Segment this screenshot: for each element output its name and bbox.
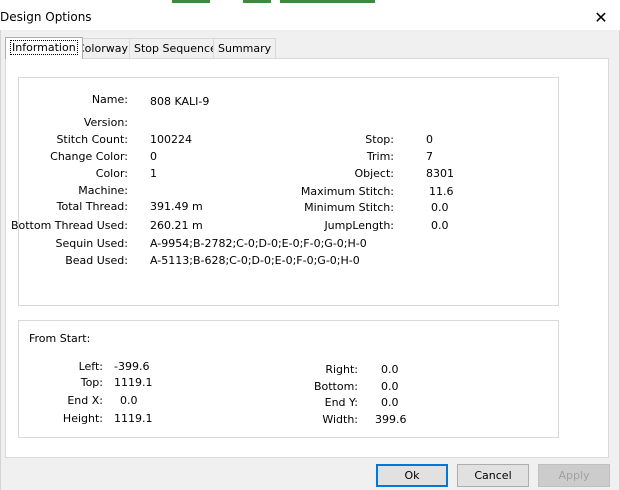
bottom-label: Bottom: [313, 380, 358, 393]
min-stitch-label: Minimum Stitch: [304, 201, 394, 214]
change-color-label: Change Color: [50, 150, 128, 163]
from-start-heading: From Start: [29, 332, 91, 345]
bottom-thread-label: Bottom Thread Used: [10, 219, 128, 232]
tab-information[interactable]: Information [5, 37, 83, 59]
end-x-label: End X: [67, 394, 103, 407]
background-app-fragment [243, 0, 271, 3]
change-color-value: 0 [150, 150, 157, 163]
trim-label: Trim: [366, 150, 394, 163]
ok-button[interactable]: Ok [376, 464, 448, 487]
background-app-fragment [280, 0, 375, 3]
width-value: 399.6 [375, 413, 407, 426]
tab-colorway-label: Colorway [77, 42, 128, 55]
tab-information-label: Information [10, 40, 78, 55]
color-label: Color: [95, 167, 128, 180]
left-label: Left: [78, 360, 103, 373]
name-label: Name: [91, 93, 128, 106]
bead-label: Bead Used: [65, 254, 128, 267]
close-icon[interactable]: ✕ [590, 7, 612, 29]
left-value: -399.6 [114, 360, 150, 373]
sequin-label: Sequin Used: [55, 237, 128, 250]
background-app-fragment [172, 0, 210, 3]
apply-button[interactable]: Apply [538, 464, 610, 487]
stop-value: 0 [426, 133, 433, 146]
stitch-count-label: Stitch Count: [56, 133, 128, 146]
total-thread-label: Total Thread: [56, 200, 128, 213]
name-value: 808 KALI-9 [150, 95, 210, 108]
height-label: Height: [62, 412, 103, 425]
bottom-thread-value: 260.21 m [150, 219, 203, 232]
width-label: Width: [322, 413, 358, 426]
top-value: 1119.1 [114, 376, 153, 389]
top-label: Top: [80, 376, 103, 389]
sequin-value: A-9954;B-2782;C-0;D-0;E-0;F-0;G-0;H-0 [150, 237, 367, 250]
min-stitch-value: 0.0 [431, 201, 449, 214]
bead-value: A-5113;B-628;C-0;D-0;E-0;F-0;G-0;H-0 [150, 254, 360, 267]
tab-summary[interactable]: Summary [213, 38, 277, 58]
machine-label: Machine: [78, 184, 128, 197]
tab-panel-information: Name: 808 KALI-9 Version: Stitch Count: … [5, 58, 609, 458]
end-x-value: 0.0 [120, 394, 138, 407]
total-thread-value: 391.49 m [150, 200, 203, 213]
trim-value: 7 [426, 150, 433, 163]
max-stitch-label: Maximum Stitch: [300, 185, 394, 198]
stop-label: Stop: [365, 133, 394, 146]
right-value: 0.0 [381, 363, 399, 376]
cancel-button[interactable]: Cancel [457, 464, 529, 487]
tab-stop-sequence-label: Stop Sequence [134, 42, 217, 55]
end-y-label: End Y: [324, 396, 358, 409]
window-title: Design Options [0, 10, 92, 24]
info-group: Name: 808 KALI-9 Version: Stitch Count: … [11, 77, 559, 306]
right-label: Right: [325, 363, 358, 376]
bottom-value: 0.0 [381, 380, 399, 393]
end-y-value: 0.0 [381, 396, 399, 409]
stitch-count-value: 100224 [150, 133, 192, 146]
from-start-group: From Start: Left: -399.6 Top: 1119.1 End… [18, 320, 559, 438]
jump-length-label: JumpLength: [324, 219, 394, 232]
color-value: 1 [150, 167, 157, 180]
object-value: 8301 [426, 167, 454, 180]
height-value: 1119.1 [114, 412, 153, 425]
object-label: Object: [354, 167, 394, 180]
tab-summary-label: Summary [218, 42, 272, 55]
max-stitch-value: 11.6 [429, 185, 454, 198]
title-bar: Design Options ✕ [0, 6, 620, 30]
tab-stop-sequence[interactable]: Stop Sequence [129, 38, 222, 58]
jump-length-value: 0.0 [431, 219, 449, 232]
version-label: Version: [83, 116, 128, 129]
